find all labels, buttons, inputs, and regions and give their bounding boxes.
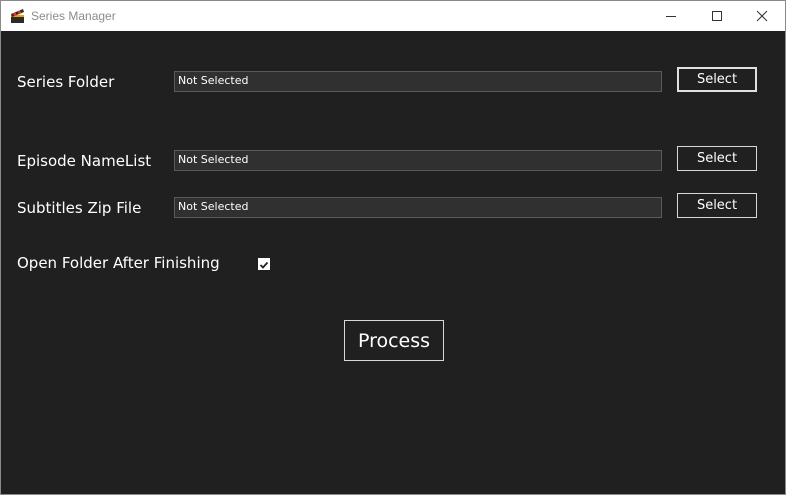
subtitles-zip-label: Subtitles Zip File [17, 199, 142, 217]
series-folder-label: Series Folder [17, 73, 115, 91]
series-folder-select-button[interactable]: Select [677, 67, 757, 92]
maximize-button[interactable] [694, 1, 740, 31]
close-icon [756, 7, 768, 26]
series-folder-field[interactable]: Not Selected [174, 71, 662, 92]
subtitles-zip-field[interactable]: Not Selected [174, 197, 662, 218]
subtitles-zip-select-button[interactable]: Select [677, 193, 757, 218]
series-manager-window: Series Manager Series Folder Not Selecte… [0, 0, 786, 495]
open-folder-checkbox[interactable] [258, 258, 270, 270]
series-folder-value: Not Selected [178, 74, 249, 87]
clapperboard-icon [10, 8, 26, 24]
title-bar[interactable]: Series Manager [1, 1, 785, 31]
open-folder-label: Open Folder After Finishing [17, 254, 220, 272]
checkmark-icon [259, 255, 269, 274]
minimize-button[interactable] [648, 1, 694, 31]
process-button[interactable]: Process [344, 320, 444, 361]
maximize-icon [711, 7, 723, 26]
episode-namelist-value: Not Selected [178, 153, 249, 166]
minimize-icon [665, 7, 677, 26]
episode-namelist-select-button[interactable]: Select [677, 146, 757, 171]
episode-namelist-label: Episode NameList [17, 152, 152, 170]
episode-namelist-field[interactable]: Not Selected [174, 150, 662, 171]
close-button[interactable] [739, 1, 785, 31]
subtitles-zip-value: Not Selected [178, 200, 249, 213]
window-title: Series Manager [31, 9, 116, 23]
main-panel: Series Folder Not Selected Select Episod… [1, 31, 785, 494]
